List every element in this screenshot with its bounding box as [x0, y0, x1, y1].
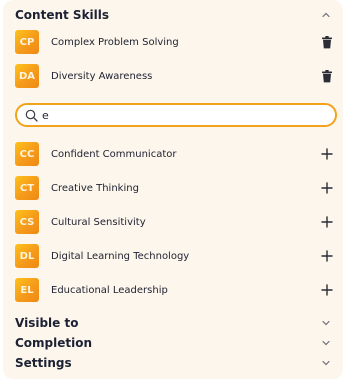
skill-result-row: CT Creative Thinking: [15, 174, 339, 202]
skill-name: Diversity Awareness: [51, 70, 153, 82]
plus-icon[interactable]: [317, 280, 337, 300]
chevron-up-icon[interactable]: [319, 8, 333, 22]
chevron-down-icon[interactable]: [319, 316, 333, 330]
selected-skill-row: CP Complex Problem Solving: [15, 28, 339, 56]
skill-badge: CS: [15, 210, 39, 234]
trash-icon[interactable]: [317, 66, 337, 86]
skill-name: Confident Communicator: [51, 148, 177, 160]
completion-title: Completion: [15, 336, 93, 350]
skill-name: Cultural Sensitivity: [51, 216, 146, 228]
settings-header[interactable]: Settings: [15, 353, 333, 373]
skill-result-row: CS Cultural Sensitivity: [15, 208, 339, 236]
visible-to-title: Visible to: [15, 316, 79, 330]
skill-name: Digital Learning Technology: [51, 250, 190, 262]
plus-icon[interactable]: [317, 144, 337, 164]
content-skills-header[interactable]: Content Skills: [15, 5, 333, 25]
skill-name: Complex Problem Solving: [51, 36, 179, 48]
content-skills-title: Content Skills: [15, 8, 110, 22]
skill-badge: CT: [15, 176, 39, 200]
skill-result-row: EL Educational Leadership: [15, 276, 339, 304]
skill-search-input[interactable]: [42, 108, 302, 122]
skill-search-field[interactable]: [15, 103, 337, 127]
skill-result-row: CC Confident Communicator: [15, 140, 339, 168]
chevron-down-icon[interactable]: [319, 356, 333, 370]
skill-badge: CP: [15, 30, 39, 54]
search-icon: [25, 109, 38, 122]
selected-skill-row: DA Diversity Awareness: [15, 62, 339, 90]
skill-badge: CC: [15, 142, 39, 166]
skill-result-row: DL Digital Learning Technology: [15, 242, 339, 270]
skill-badge: EL: [15, 278, 39, 302]
completion-header[interactable]: Completion: [15, 333, 333, 353]
plus-icon[interactable]: [317, 212, 337, 232]
plus-icon[interactable]: [317, 246, 337, 266]
skill-name: Educational Leadership: [51, 284, 168, 296]
chevron-down-icon[interactable]: [319, 336, 333, 350]
plus-icon[interactable]: [317, 178, 337, 198]
visible-to-header[interactable]: Visible to: [15, 313, 333, 333]
trash-icon[interactable]: [317, 32, 337, 52]
skills-panel: Content Skills CP Complex Problem Solvin…: [3, 0, 343, 379]
skill-name: Creative Thinking: [51, 182, 139, 194]
skill-badge: DA: [15, 64, 39, 88]
settings-title: Settings: [15, 356, 72, 370]
skill-badge: DL: [15, 244, 39, 268]
